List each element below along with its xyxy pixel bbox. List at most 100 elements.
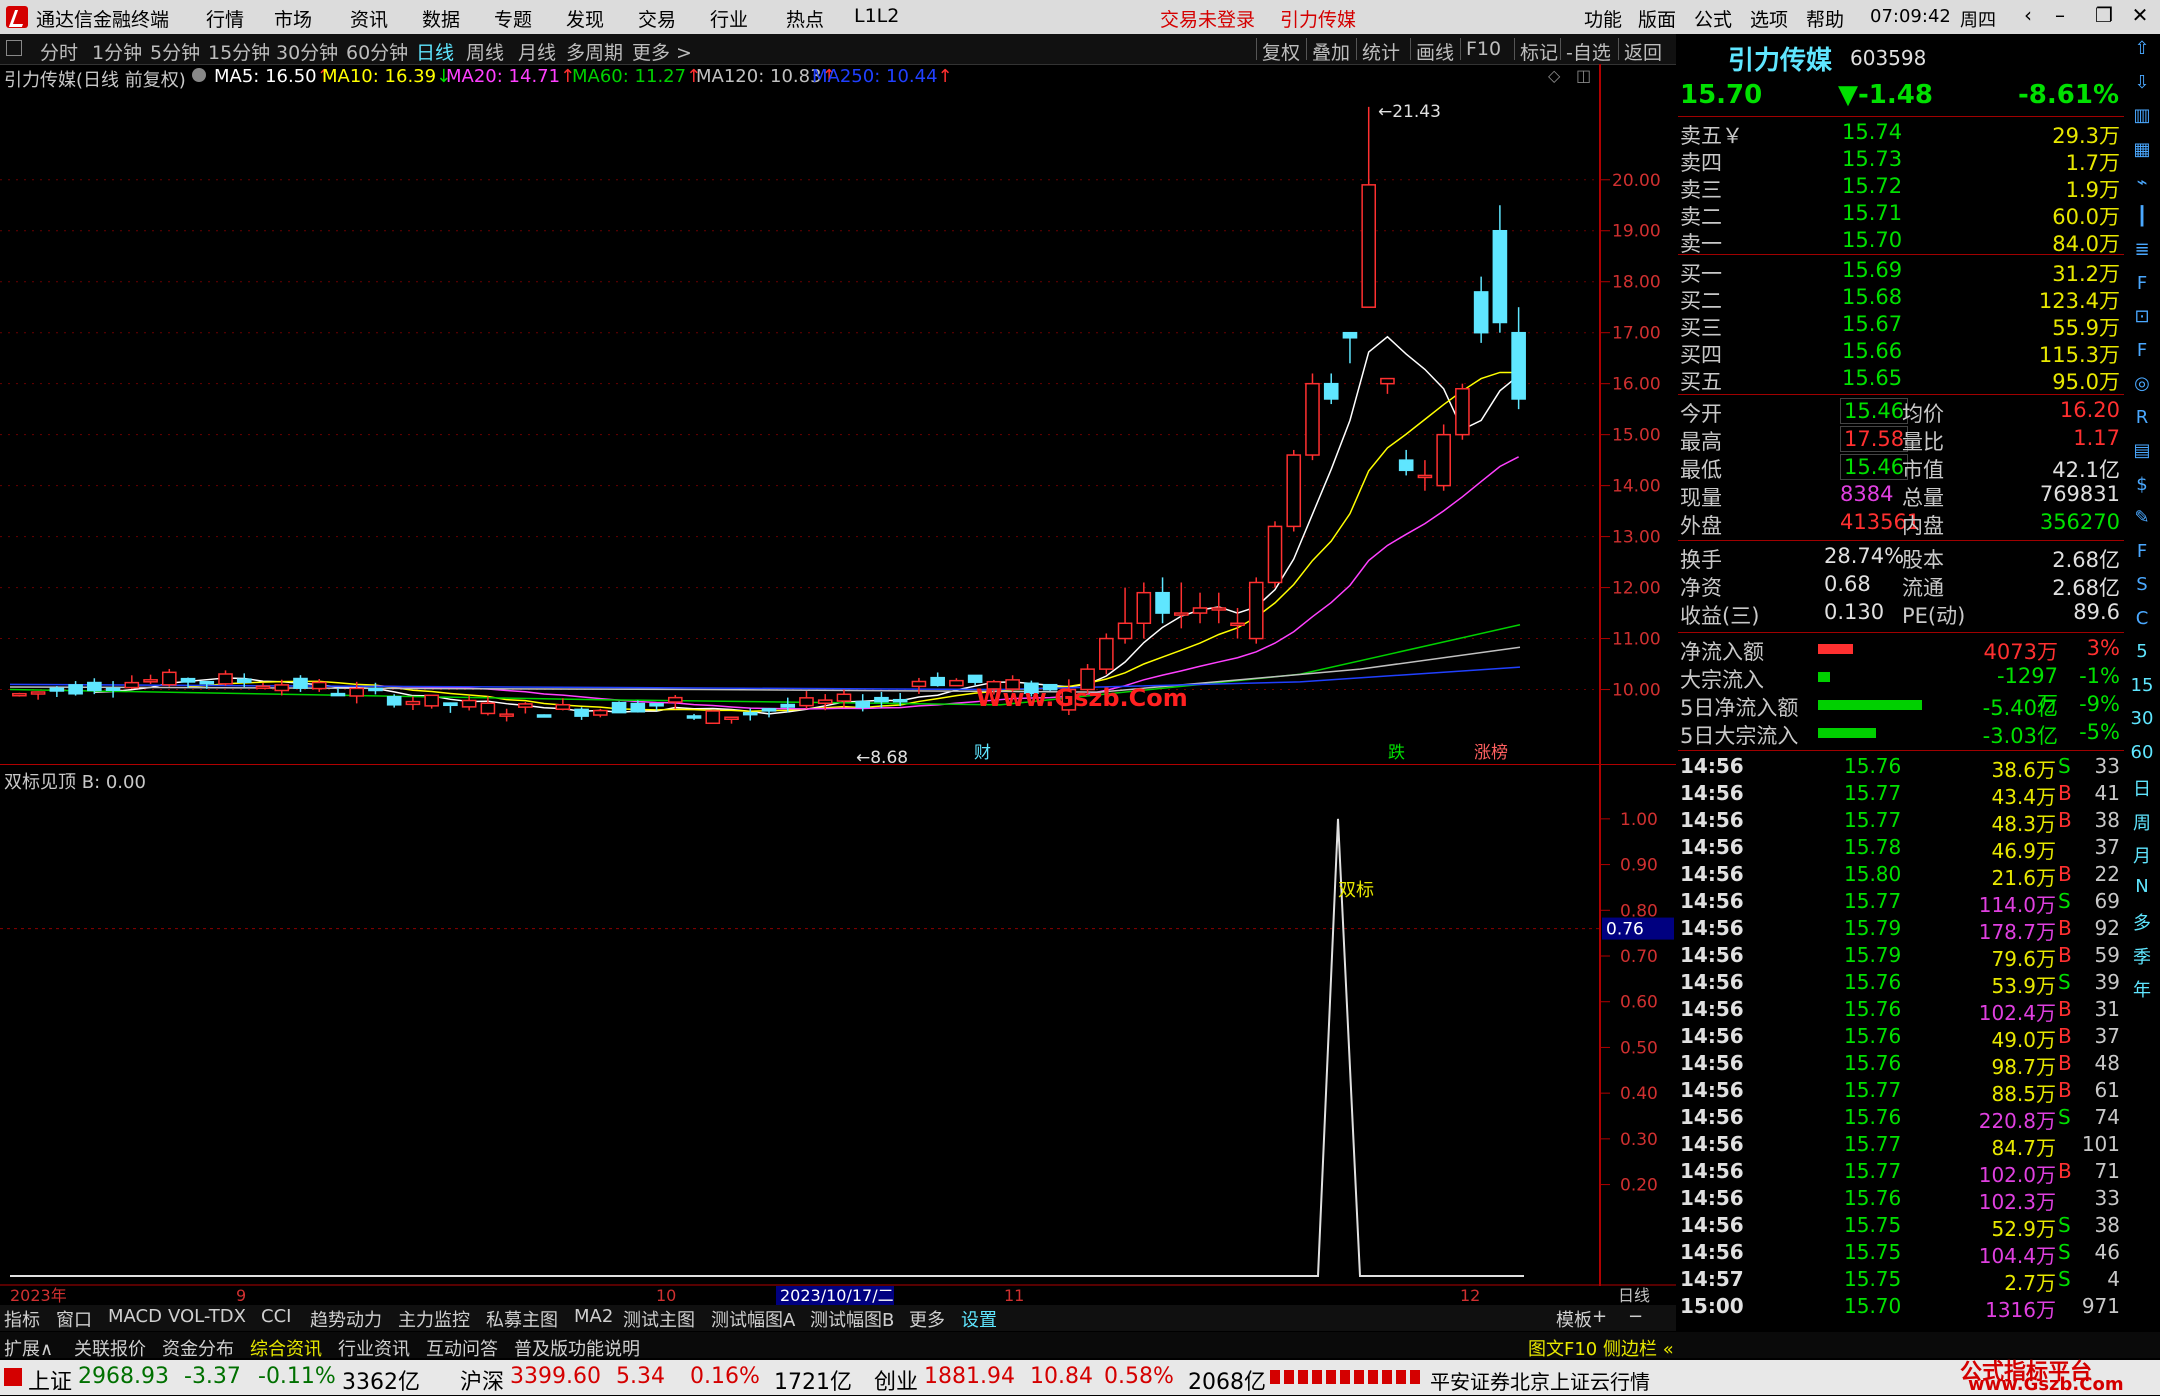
indicator-tab[interactable]: 指标 bbox=[4, 1306, 40, 1332]
indicator-chart[interactable]: 0.200.300.400.500.600.700.800.901.000.76… bbox=[0, 766, 1676, 1286]
candle-body[interactable] bbox=[1361, 184, 1377, 308]
candle-body[interactable] bbox=[49, 687, 65, 692]
candle-body[interactable] bbox=[911, 680, 927, 688]
candle-body[interactable] bbox=[161, 671, 177, 686]
period-tab[interactable]: 30分钟 bbox=[276, 38, 338, 65]
candle-body[interactable] bbox=[1173, 612, 1189, 616]
sidebar-grid-icon[interactable]: ▦ bbox=[2130, 139, 2154, 163]
sidebar-line-icon[interactable]: ⌁ bbox=[2130, 172, 2154, 196]
candle-body[interactable] bbox=[1342, 331, 1358, 339]
menu-item[interactable]: 交易 bbox=[638, 5, 676, 32]
indicator-tab[interactable]: 窗口 bbox=[56, 1306, 92, 1332]
sidebar-down-icon[interactable]: ⇩ bbox=[2130, 72, 2154, 96]
indicator-tool[interactable]: 模板 bbox=[1556, 1306, 1592, 1332]
candle-body[interactable] bbox=[12, 692, 27, 697]
candle-body[interactable] bbox=[30, 691, 46, 695]
event-marker[interactable]: 财 bbox=[974, 743, 991, 763]
indicator-tab[interactable]: 测试主图 bbox=[623, 1306, 695, 1332]
indicator-tab[interactable]: MA2 bbox=[574, 1306, 613, 1327]
candle-body[interactable] bbox=[1511, 331, 1526, 400]
sidebar-15-icon[interactable]: 15 bbox=[2130, 675, 2154, 699]
candle-body[interactable] bbox=[405, 700, 421, 706]
candle-body[interactable] bbox=[967, 674, 983, 683]
candle-body[interactable] bbox=[274, 684, 290, 692]
candle-body[interactable] bbox=[536, 714, 552, 718]
indicator-tab[interactable]: MACD bbox=[108, 1306, 162, 1327]
candle-body[interactable] bbox=[874, 696, 889, 703]
candle-body[interactable] bbox=[386, 695, 402, 706]
sidebar-f1-icon[interactable]: ⊡ bbox=[2130, 306, 2154, 330]
candle-body[interactable] bbox=[799, 697, 814, 707]
period-tab[interactable]: 5分钟 bbox=[150, 38, 200, 65]
menu-item[interactable]: 数据 bbox=[422, 5, 460, 32]
index-name[interactable]: 上证 bbox=[28, 1364, 72, 1396]
expand-tab[interactable]: 互动问答 bbox=[426, 1335, 498, 1361]
menu-item[interactable]: 行业 bbox=[710, 5, 748, 32]
chart-tool-button[interactable]: F10 bbox=[1466, 38, 1501, 60]
candle-body[interactable] bbox=[518, 703, 533, 708]
indicator-tab[interactable]: VOL-TDX bbox=[168, 1306, 246, 1327]
right-menu-item[interactable]: 版面 bbox=[1638, 5, 1676, 32]
candle-body[interactable] bbox=[180, 677, 196, 683]
expand-tab[interactable]: 行业资讯 bbox=[338, 1335, 410, 1361]
candle-body[interactable] bbox=[218, 673, 233, 685]
candle-body[interactable] bbox=[199, 680, 215, 685]
expand-tab[interactable]: 关联报价 bbox=[74, 1335, 146, 1361]
sidebar-f10-icon[interactable]: F bbox=[2130, 273, 2154, 297]
menu-item[interactable]: 市场 bbox=[274, 5, 312, 32]
candle-body[interactable] bbox=[68, 684, 83, 695]
sidebar-季-icon[interactable]: 季 bbox=[2130, 943, 2154, 968]
candle-body[interactable] bbox=[555, 704, 571, 710]
event-marker[interactable]: 涨榜 bbox=[1474, 743, 1508, 763]
candle-body[interactable] bbox=[143, 679, 158, 683]
candle-body[interactable] bbox=[593, 709, 608, 716]
sidebar-list-icon[interactable]: ≣ bbox=[2130, 239, 2154, 263]
chart-tool-button[interactable]: -自选 bbox=[1566, 38, 1611, 65]
indicator-tool[interactable]: − bbox=[1628, 1306, 1643, 1327]
indicator-tab[interactable]: CCI bbox=[261, 1306, 291, 1327]
candle-body[interactable] bbox=[649, 703, 664, 707]
candle-body[interactable] bbox=[630, 702, 646, 713]
minimize-icon[interactable]: – bbox=[2046, 3, 2074, 31]
candle-body[interactable] bbox=[686, 715, 702, 719]
expand-tab[interactable]: 扩展∧ bbox=[4, 1335, 53, 1361]
candle-body[interactable] bbox=[949, 679, 964, 687]
indicator-tab[interactable]: 测试幅图A bbox=[711, 1306, 795, 1332]
candle-body[interactable] bbox=[424, 694, 439, 707]
sidebar-周-icon[interactable]: 周 bbox=[2130, 809, 2154, 834]
candle-body[interactable] bbox=[1398, 459, 1414, 472]
chart-tool-button[interactable]: 标记 bbox=[1520, 38, 1558, 65]
candle-body[interactable] bbox=[293, 677, 308, 689]
candle-body[interactable] bbox=[311, 681, 327, 690]
sidebar-月-icon[interactable]: 月 bbox=[2130, 842, 2154, 867]
period-tab[interactable]: 日线 bbox=[416, 38, 454, 65]
candle-body[interactable] bbox=[1248, 581, 1264, 640]
candle-body[interactable] bbox=[499, 713, 514, 717]
index-name[interactable]: 创业 bbox=[874, 1364, 918, 1396]
sidebar-c-icon[interactable]: C bbox=[2130, 608, 2154, 632]
candle-body[interactable] bbox=[611, 701, 627, 714]
candle-body[interactable] bbox=[705, 710, 721, 725]
chart-tool-button[interactable]: 统计 bbox=[1362, 38, 1400, 65]
candle-body[interactable] bbox=[1473, 291, 1489, 334]
candle-body[interactable] bbox=[1192, 607, 1208, 614]
sidebar-pen-icon[interactable]: ✎ bbox=[2130, 507, 2154, 531]
period-tab[interactable]: 月线 bbox=[518, 38, 556, 65]
sidebar-rsi-icon[interactable]: R bbox=[2130, 407, 2154, 431]
candle-body[interactable] bbox=[1155, 591, 1170, 614]
menu-item[interactable]: 行情 bbox=[206, 5, 244, 32]
sidebar-chart-icon[interactable]: ▥ bbox=[2130, 105, 2154, 129]
candle-body[interactable] bbox=[87, 681, 102, 692]
candle-body[interactable] bbox=[836, 693, 852, 702]
period-tab[interactable]: 多周期 bbox=[566, 38, 623, 65]
kline-chart[interactable]: 10.00 11.00 12.00 13.00 14.00 15.00 16.00 17.00… bbox=[0, 64, 1676, 766]
index-name[interactable]: 沪深 bbox=[460, 1364, 504, 1396]
candle-body[interactable] bbox=[105, 687, 121, 692]
candle-body[interactable] bbox=[724, 716, 739, 721]
sidebar-candle-icon[interactable]: ┃ bbox=[2130, 206, 2154, 230]
sidebar-5-icon[interactable]: 5 bbox=[2130, 641, 2154, 665]
candle-body[interactable] bbox=[892, 698, 908, 703]
indicator-tab[interactable]: 测试幅图B bbox=[810, 1306, 894, 1332]
chart-tool-button[interactable]: 画线 bbox=[1416, 38, 1454, 65]
candle-body[interactable] bbox=[1455, 388, 1470, 436]
